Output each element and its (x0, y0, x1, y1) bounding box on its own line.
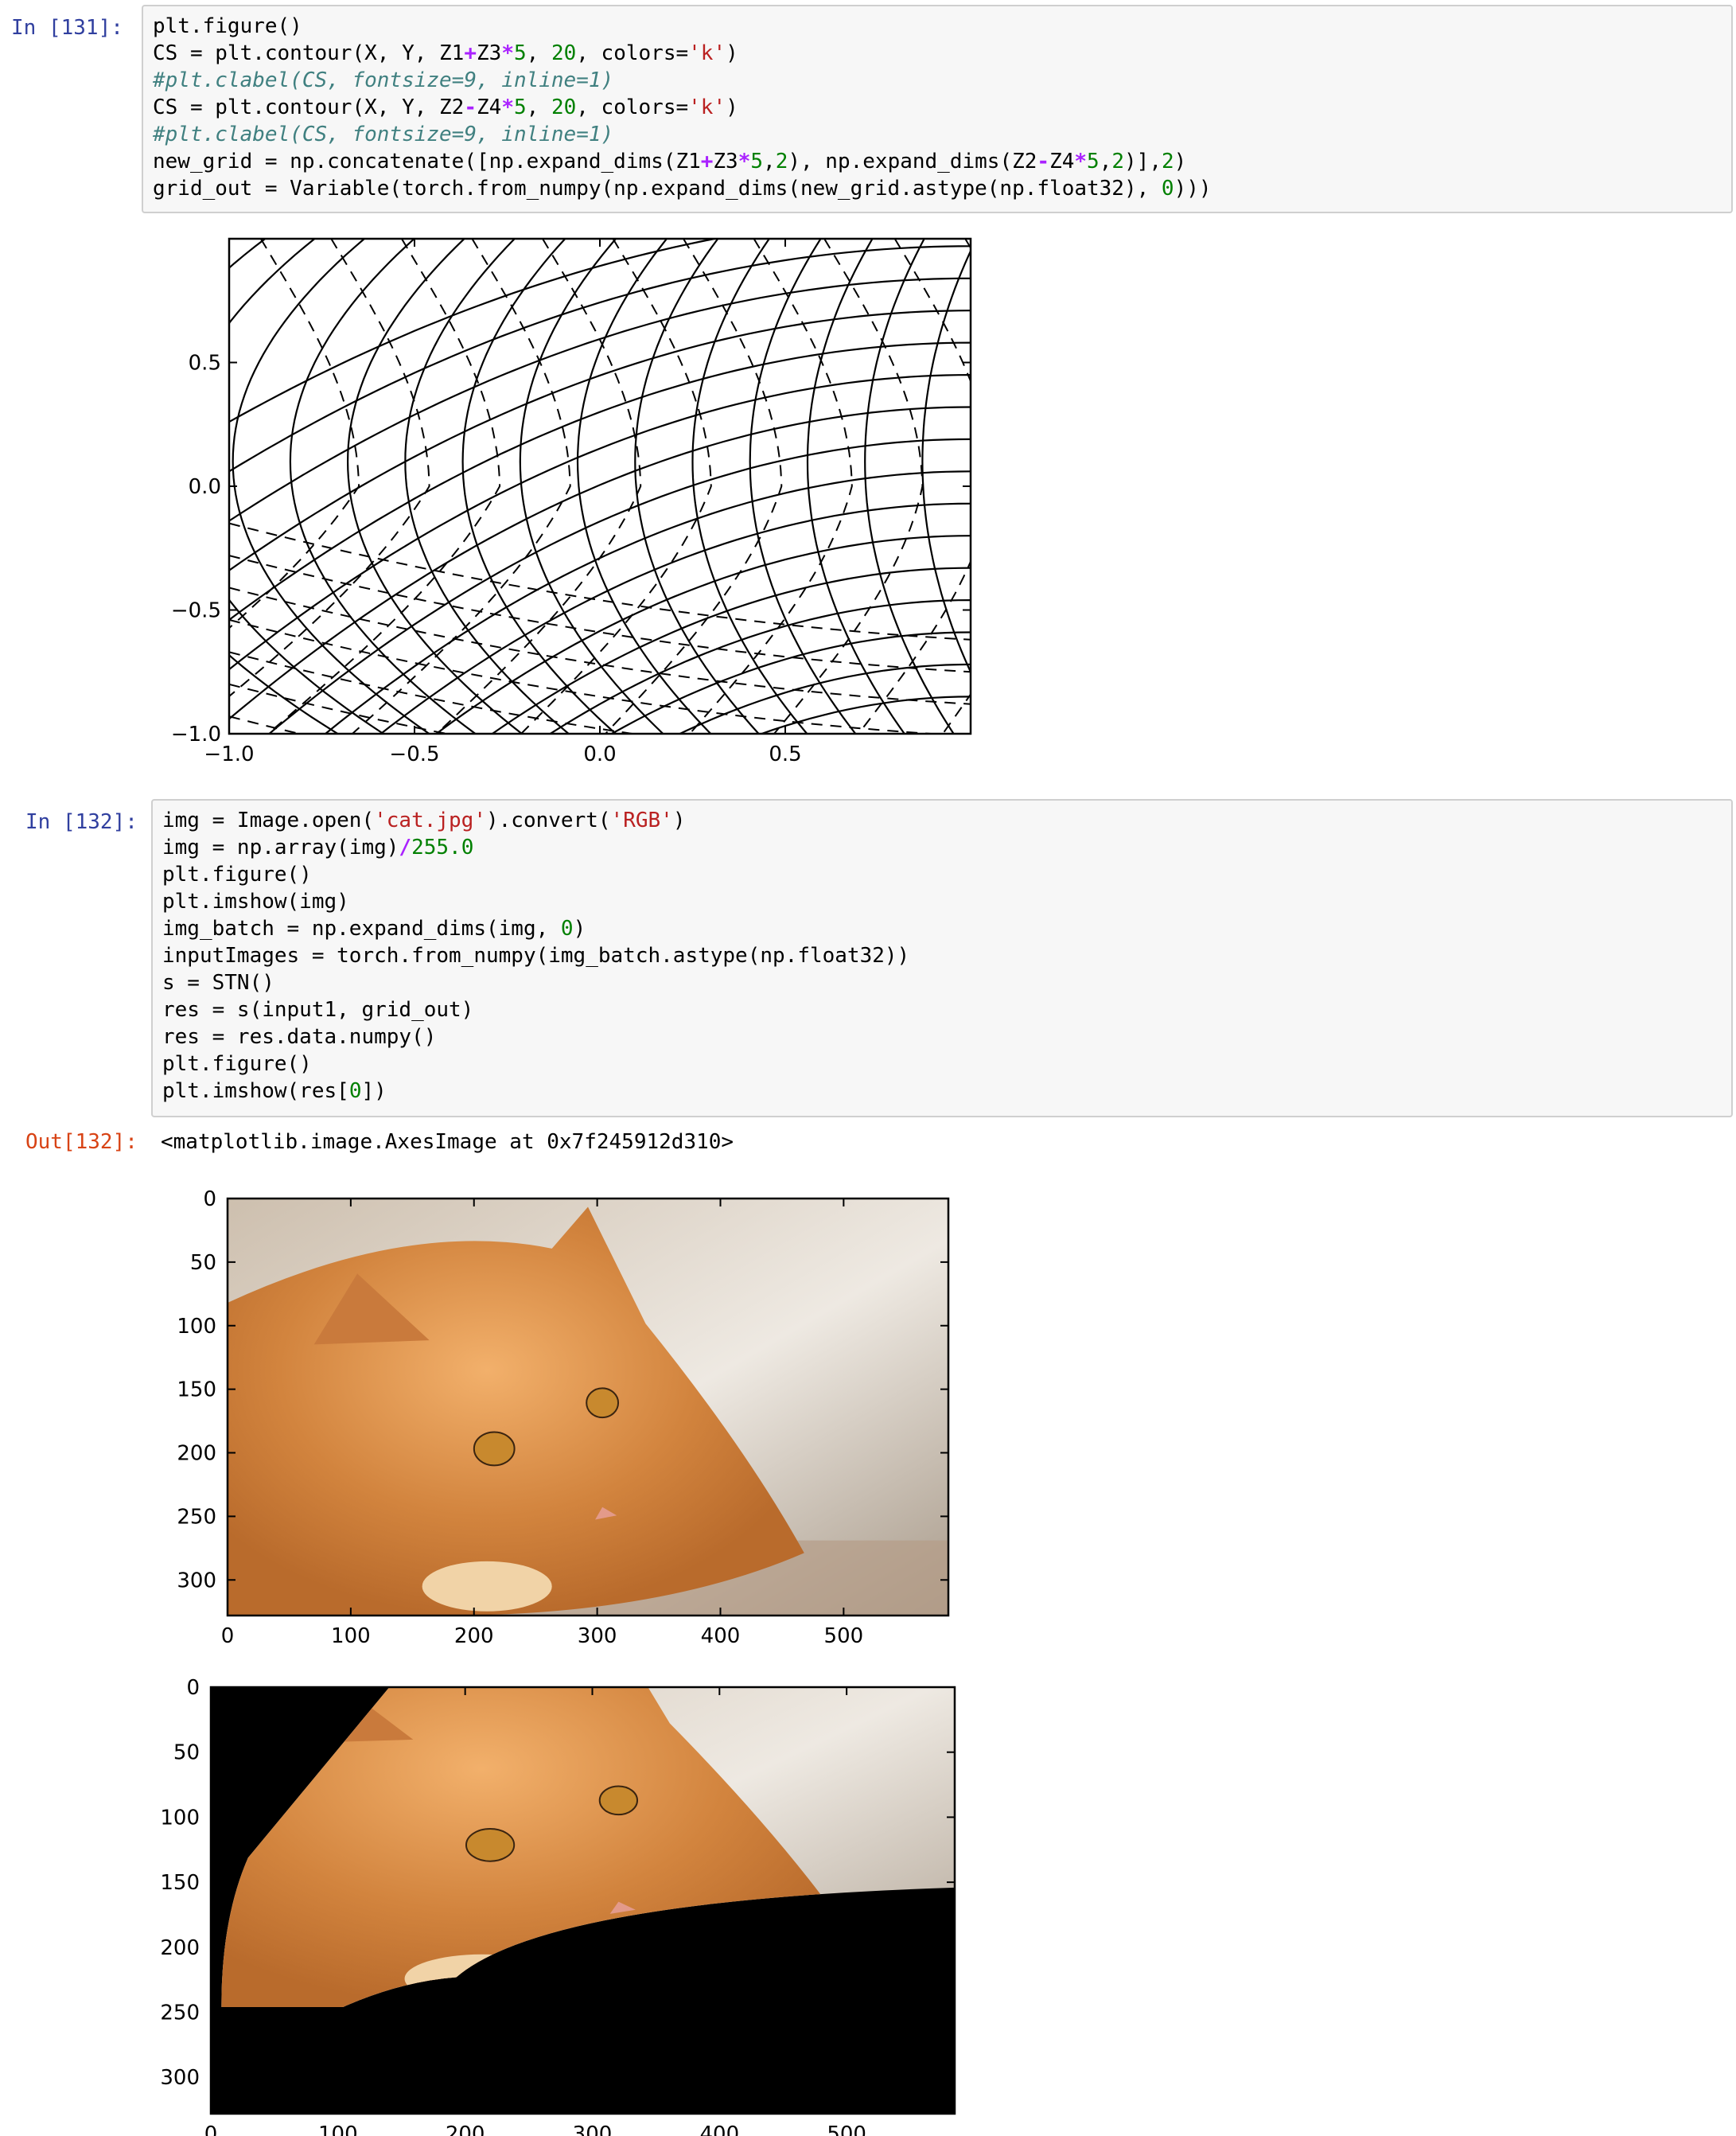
dashed-contour-line (436, 239, 642, 734)
dashed-contour-line (229, 522, 971, 641)
output-prompt: Out[132]: (25, 1130, 138, 1154)
cat-image-plot: 0 100 200 300 400 500 0 50 100 150 200 250 300 (177, 1187, 950, 1648)
y-tick-label: 250 (177, 1505, 216, 1529)
code-line: res = s(input1, grid_out) (162, 998, 474, 1022)
code-line: CS = plt.contour(X, Y, Z2-Z4*5, 20, colo… (153, 95, 738, 119)
solid-contour-line (229, 245, 971, 473)
code-line: #plt.clabel(CS, fontsize=9, inline=1) (153, 123, 614, 146)
code-editor[interactable]: plt.figure() CS = plt.contour(X, Y, Z1+Z3… (142, 5, 1733, 213)
warped-cat-image-plot: 0 100 200 300 400 500 0 50 100 150 200 250 300 (160, 1676, 956, 2136)
code-lines: plt.figure() CS = plt.contour(X, Y, Z1+Z3… (153, 13, 1212, 202)
solid-contour-line (691, 239, 808, 734)
y-tick-label: 150 (160, 1871, 200, 1895)
y-tick-label: 200 (160, 1936, 200, 1960)
code-line: grid_out = Variable(torch.from_numpy(np.… (153, 177, 1212, 201)
y-tick-label: 50 (173, 1741, 200, 1765)
code-line: inputImages = torch.from_numpy(img_batch… (162, 944, 910, 968)
x-tick-label: 500 (824, 1624, 864, 1648)
y-tick-label: −0.5 (171, 599, 221, 623)
x-tick-label: 0.0 (583, 743, 616, 766)
x-tick-label: 400 (701, 1624, 741, 1648)
y-tick-label: 200 (177, 1442, 216, 1466)
x-tick-label: 400 (699, 2122, 739, 2136)
y-tick-label: 300 (177, 1569, 216, 1592)
cat-eye (586, 1387, 620, 1419)
y-tick-label: 0.5 (189, 352, 221, 376)
solid-contour-line (980, 239, 987, 734)
code-line: plt.figure() (153, 14, 302, 38)
x-tick-label: 200 (446, 2122, 485, 2136)
code-line: plt.imshow(res[0]) (162, 1079, 387, 1103)
cat-eye (465, 1827, 516, 1862)
y-tick-label: 100 (177, 1315, 216, 1339)
x-tick-label: 0 (204, 2122, 218, 2136)
y-tick-label: −1.0 (171, 723, 221, 746)
y-tick-label: 250 (160, 2002, 200, 2025)
solid-contour-line (519, 239, 664, 734)
code-line: img = np.array(img)/255.0 (162, 836, 474, 859)
y-tick-label: 50 (190, 1251, 216, 1275)
x-tick-label: 100 (331, 1624, 371, 1648)
solid-contour-line (749, 239, 857, 734)
x-tick-label: 200 (454, 1624, 494, 1648)
y-tick-label: 0.0 (189, 475, 221, 499)
code-line: res = res.data.numpy() (162, 1025, 437, 1049)
x-tick-label: 0.5 (769, 743, 801, 766)
code-line: plt.figure() (162, 1052, 312, 1076)
x-tick-label: 500 (827, 2122, 866, 2136)
x-tick-label: 100 (318, 2122, 358, 2136)
solid-contour-line (229, 239, 339, 734)
solid-contour-line (759, 696, 971, 734)
cat-eye (598, 1785, 639, 1816)
input-prompt: In [131]: (11, 16, 123, 40)
contour-plot: −1.0 −0.5 0.0 0.50.50.0−0.5−1.0 (171, 237, 987, 766)
solid-contour-line (634, 239, 760, 734)
x-tick-label: 300 (578, 1624, 617, 1648)
code-line: img = Image.open('cat.jpg').convert('RGB… (162, 809, 686, 832)
x-tick-label: −0.5 (389, 743, 439, 766)
code-line: img_batch = np.expand_dims(img, 0) (162, 917, 586, 941)
dashed-contour-line (229, 587, 971, 705)
cat-paw (422, 1561, 552, 1612)
code-line: new_grid = np.concatenate([np.expand_dim… (153, 150, 1187, 173)
y-tick-label: 0 (186, 1676, 200, 1700)
code-line: CS = plt.contour(X, Y, Z1+Z3*5, 20, colo… (153, 41, 738, 65)
code-line: plt.figure() (162, 863, 312, 887)
y-tick-label: 150 (177, 1378, 216, 1402)
y-tick-label: 0 (203, 1187, 216, 1211)
solid-contour-line (921, 248, 971, 675)
image-content (228, 1199, 948, 1616)
code-line: plt.imshow(img) (162, 890, 349, 914)
input-prompt: In [132]: (25, 810, 138, 834)
solid-contour-line (229, 341, 971, 621)
output-text: <matplotlib.image.AxesImage at 0x7f24591… (161, 1130, 734, 1154)
dashed-contour-line (229, 239, 360, 629)
x-tick-label: 0 (221, 1624, 235, 1648)
solid-contour-line (289, 239, 477, 734)
code-line: #plt.clabel(CS, fontsize=9, inline=1) (153, 68, 614, 92)
x-tick-label: 300 (573, 2122, 613, 2136)
cat-eye (473, 1431, 516, 1467)
y-tick-label: 300 (160, 2066, 200, 2090)
code-lines: img = Image.open('cat.jpg').convert('RGB… (162, 807, 909, 1105)
y-tick-label: 100 (160, 1806, 200, 1830)
dashed-contour-line (689, 239, 853, 734)
code-line: s = STN() (162, 971, 274, 995)
image-content (211, 1687, 955, 2114)
code-editor[interactable]: img = Image.open('cat.jpg').convert('RGB… (151, 799, 1733, 1117)
